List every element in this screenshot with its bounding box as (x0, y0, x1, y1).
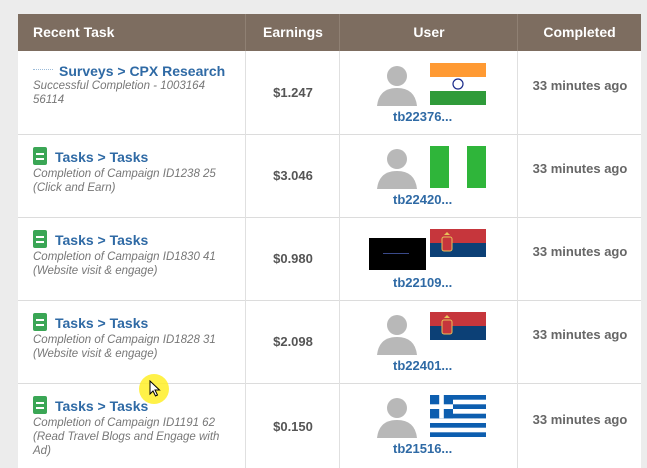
task-clipboard-icon (33, 230, 47, 248)
task-cell: Surveys > CPX Research Successful Comple… (33, 63, 238, 107)
nigeria-flag-icon (430, 146, 486, 188)
task-description: Completion of Campaign ID1828 31 (Websit… (33, 334, 216, 360)
table-row: Tasks > Tasks Completion of Campaign ID1… (18, 217, 641, 301)
username-link[interactable]: tb22109... (393, 275, 452, 290)
completed-time: 33 minutes ago (532, 244, 628, 259)
completed-time: 33 minutes ago (532, 161, 628, 176)
table-row: Tasks > Tasks Completion of Campaign ID1… (18, 300, 641, 384)
table-row: Tasks > Tasks Completion of Campaign ID1… (18, 383, 641, 468)
task-link[interactable]: Tasks > Tasks (33, 313, 238, 331)
task-cell: Tasks > Tasks Completion of Campaign ID1… (33, 230, 238, 278)
task-clipboard-icon (33, 313, 47, 331)
task-clipboard-icon (33, 147, 47, 165)
earnings-value: $1.247 (273, 85, 313, 100)
user-avatar-icon (375, 62, 419, 106)
completed-time: 33 minutes ago (532, 327, 628, 342)
completed-time: 33 minutes ago (532, 412, 628, 427)
table-row: Surveys > CPX Research Successful Comple… (18, 51, 641, 135)
earnings-value: $0.980 (273, 251, 313, 266)
india-flag-icon (430, 63, 486, 105)
task-link[interactable]: Surveys > CPX Research (33, 63, 238, 79)
greece-flag-icon (430, 395, 486, 437)
recent-tasks-table: Recent Task Earnings User Completed Surv… (18, 14, 641, 468)
serbia-flag-icon (430, 229, 486, 271)
header-completed: Completed (543, 24, 616, 40)
task-link[interactable]: Tasks > Tasks (33, 147, 238, 165)
earnings-value: $2.098 (273, 334, 313, 349)
username-link[interactable]: tb22420... (393, 192, 452, 207)
survey-icon (33, 69, 53, 73)
username-link[interactable]: tb22376... (393, 109, 452, 124)
user-avatar-icon (375, 145, 419, 189)
mouse-cursor-highlight (139, 374, 169, 404)
username-link[interactable]: tb21516... (393, 441, 452, 456)
header-recent-task: Recent Task (33, 24, 115, 40)
task-cell: Tasks > Tasks Completion of Campaign ID1… (33, 313, 238, 361)
task-description: Successful Completion - 1003164 56114 (33, 80, 205, 106)
task-cell: Tasks > Tasks Completion of Campaign ID1… (33, 396, 238, 458)
task-link[interactable]: Tasks > Tasks (33, 396, 238, 414)
cursor-arrow-icon (149, 380, 161, 397)
task-clipboard-icon (33, 396, 47, 414)
user-avatar-icon (375, 311, 419, 355)
earnings-value: $3.046 (273, 168, 313, 183)
completed-time: 33 minutes ago (532, 78, 628, 93)
user-avatar-icon (375, 394, 419, 438)
header-earnings: Earnings (263, 24, 323, 40)
task-description: Completion of Campaign ID1238 25 (Click … (33, 168, 216, 194)
table-row: Tasks > Tasks Completion of Campaign ID1… (18, 134, 641, 218)
earnings-value: $0.150 (273, 419, 313, 434)
task-link[interactable]: Tasks > Tasks (33, 230, 238, 248)
task-description: Completion of Campaign ID1191 62 (Read T… (33, 417, 220, 457)
username-link[interactable]: tb22401... (393, 358, 452, 373)
task-cell: Tasks > Tasks Completion of Campaign ID1… (33, 147, 238, 195)
serbia-flag-icon (430, 312, 486, 354)
table-header: Recent Task Earnings User Completed (18, 14, 641, 51)
page-frame: Recent Task Earnings User Completed Surv… (0, 0, 647, 468)
task-description: Completion of Campaign ID1830 41 (Websit… (33, 251, 216, 277)
user-avatar-image (369, 238, 426, 270)
header-user: User (413, 24, 445, 40)
